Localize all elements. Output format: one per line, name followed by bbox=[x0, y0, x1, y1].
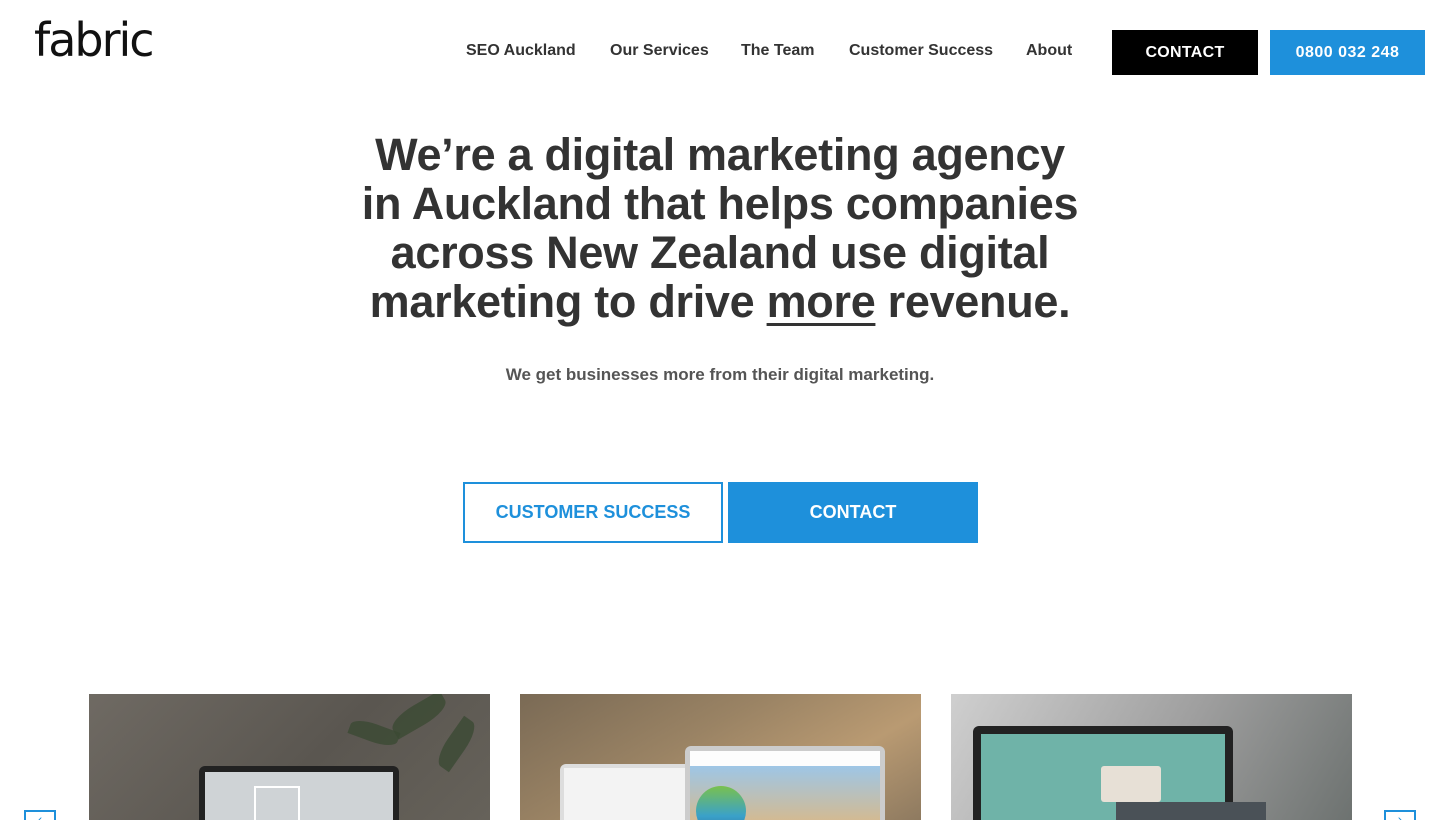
tablet-mockup bbox=[560, 764, 700, 820]
nav-the-team[interactable]: The Team bbox=[741, 42, 815, 60]
case-study-card-1[interactable] bbox=[89, 694, 490, 820]
carousel-next-arrow-icon[interactable]: › bbox=[1384, 810, 1416, 820]
hero-heading-line-2: in Auckland that helps companies bbox=[361, 178, 1079, 229]
site-header: fabric SEO Auckland Our Services The Tea… bbox=[0, 0, 1440, 100]
hero-heading-line-3: across New Zealand use digital bbox=[390, 227, 1050, 278]
fabric-logo[interactable]: fabric bbox=[34, 14, 155, 66]
nav-seo-auckland[interactable]: SEO Auckland bbox=[466, 42, 576, 60]
house-logo-icon bbox=[254, 786, 300, 820]
hero-heading-emphasis: more bbox=[766, 276, 876, 327]
illustration-decoration bbox=[1101, 766, 1161, 802]
nav-about[interactable]: About bbox=[1026, 42, 1072, 60]
hero-contact-button[interactable]: CONTACT bbox=[728, 482, 978, 543]
case-study-carousel bbox=[0, 694, 1440, 820]
carousel-prev-arrow-icon[interactable]: ‹ bbox=[24, 810, 56, 820]
hero-heading-line-1: We’re a digital marketing agency bbox=[375, 129, 1065, 180]
case-study-card-2[interactable] bbox=[520, 694, 921, 820]
customer-success-button[interactable]: CUSTOMER SUCCESS bbox=[463, 482, 723, 543]
header-contact-button[interactable]: CONTACT bbox=[1112, 30, 1258, 75]
plant-leaf-decoration bbox=[432, 715, 481, 773]
hero-heading: We’re a digital marketing agency in Auck… bbox=[330, 130, 1110, 326]
nav-customer-success[interactable]: Customer Success bbox=[849, 42, 993, 60]
case-study-card-3[interactable] bbox=[951, 694, 1352, 820]
hero-heading-line-4-end: revenue. bbox=[875, 276, 1071, 327]
plant-leaf-decoration bbox=[347, 715, 401, 751]
hero-heading-line-4-start: marketing to drive bbox=[369, 276, 767, 327]
header-phone-button[interactable]: 0800 032 248 bbox=[1270, 30, 1425, 75]
brand-banner bbox=[1116, 802, 1266, 820]
hero-subtitle: We get businesses more from their digita… bbox=[505, 365, 935, 384]
nav-our-services[interactable]: Our Services bbox=[610, 42, 709, 60]
